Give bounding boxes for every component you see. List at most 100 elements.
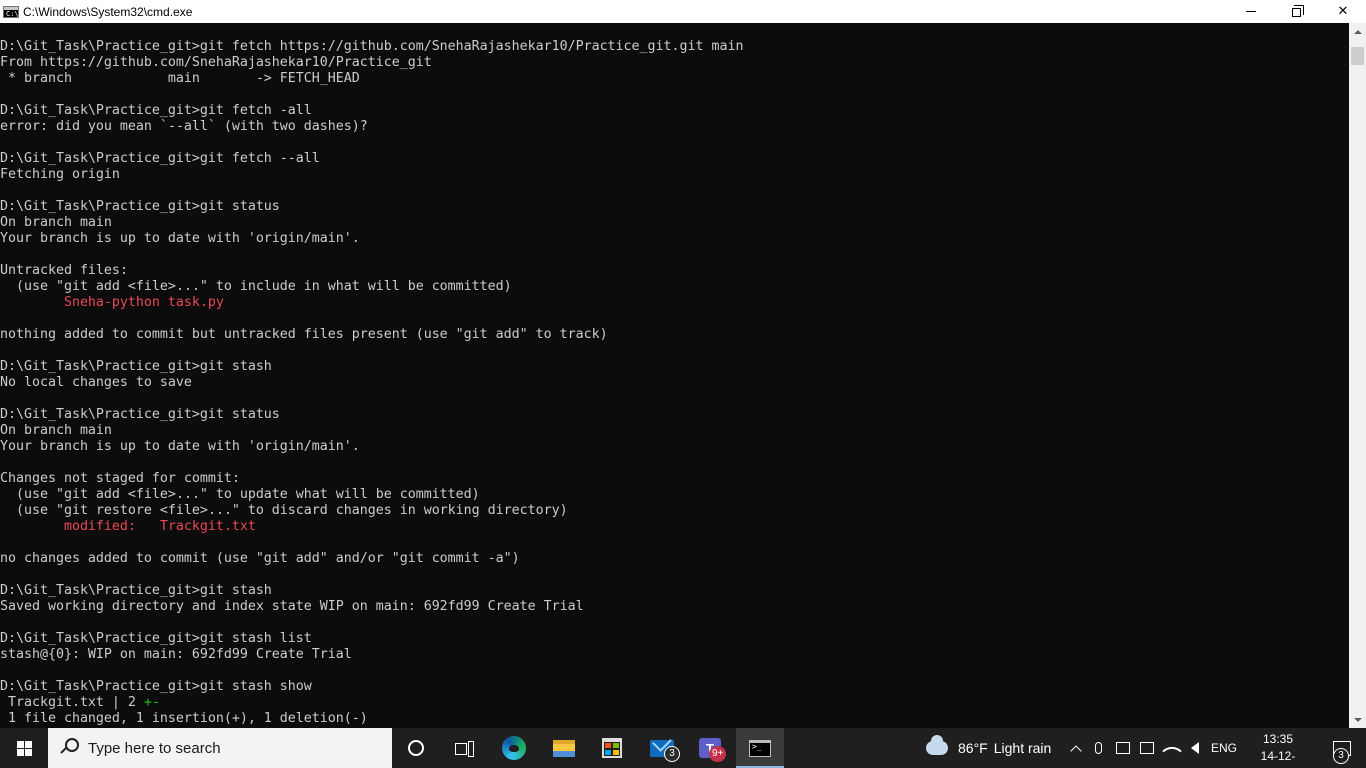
console-line: Trackgit.txt | 2 +- — [0, 695, 743, 711]
console-line-text: (use "git add <file>..." to include in w… — [0, 279, 512, 294]
language-indicator[interactable]: ENG — [1208, 728, 1240, 768]
console-line: no changes added to commit (use "git add… — [0, 551, 743, 567]
console-line-suffix: +- — [143, 695, 160, 710]
mail-button[interactable] — [638, 728, 686, 768]
weather-widget[interactable]: 86°F Light rain — [926, 728, 1051, 768]
show-hidden-icons-button[interactable] — [1066, 728, 1086, 768]
console-line: Saved working directory and index state … — [0, 599, 743, 615]
window-controls: ✕ — [1228, 0, 1366, 23]
console-line-text: Your branch is up to date with 'origin/m… — [0, 231, 360, 246]
console-line: D:\Git_Task\Practice_git>git status — [0, 199, 743, 215]
arrow-up-icon — [1353, 29, 1362, 34]
console-line: (use "git add <file>..." to include in w… — [0, 279, 743, 295]
console-line-text: nothing added to commit but untracked fi… — [0, 327, 608, 342]
clock-date: 14-12-2021 — [1260, 749, 1296, 768]
folder-icon — [553, 739, 575, 757]
scroll-up-button[interactable] — [1349, 23, 1366, 40]
weather-temperature: 86°F — [958, 740, 988, 756]
arrow-down-icon — [1353, 717, 1362, 722]
volume-button[interactable] — [1184, 728, 1206, 768]
console-line-text: no changes added to commit (use "git add… — [0, 551, 520, 566]
file-explorer-button[interactable] — [540, 728, 588, 768]
store-button[interactable] — [588, 728, 636, 768]
cmd-icon — [749, 739, 771, 757]
console-line-text: error: did you mean `--all` (with two da… — [0, 119, 368, 134]
window-title: C:\Windows\System32\cmd.exe — [23, 4, 193, 19]
console-lines: D:\Git_Task\Practice_git>git fetch https… — [0, 39, 743, 727]
console-line: D:\Git_Task\Practice_git>git stash — [0, 359, 743, 375]
maximize-button[interactable] — [1274, 0, 1320, 23]
console-output[interactable]: D:\Git_Task\Practice_git>git fetch https… — [0, 23, 1349, 728]
console-line: On branch main — [0, 423, 743, 439]
microphone-button[interactable] — [1088, 728, 1108, 768]
cmd-taskbar-button[interactable] — [736, 728, 784, 768]
console-line-text: D:\Git_Task\Practice_git>git fetch -all — [0, 103, 312, 118]
console-line-text: D:\Git_Task\Practice_git>git status — [0, 199, 280, 214]
console-line-text: On branch main — [0, 215, 112, 230]
title-bar[interactable]: C:\ C:\Windows\System32\cmd.exe ✕ — [0, 0, 1366, 23]
console-line: Changes not staged for commit: — [0, 471, 743, 487]
taskbar-search-box[interactable]: Type here to search — [48, 728, 392, 768]
task-view-button[interactable] — [440, 728, 488, 768]
cmd-app-icon[interactable]: C:\ — [3, 5, 19, 18]
cortana-button[interactable] — [392, 728, 440, 768]
wifi-icon — [1162, 741, 1182, 761]
console-line-text: * branch main -> FETCH_HEAD — [0, 71, 360, 86]
tray-app-icon — [1116, 742, 1130, 754]
console-line-text: D:\Git_Task\Practice_git>git fetch https… — [0, 39, 744, 54]
restore-icon — [1291, 5, 1304, 17]
console-line: (use "git restore <file>..." to discard … — [0, 503, 743, 519]
system-clock[interactable]: 13:35 14-12-2021 — [1248, 731, 1308, 768]
console-line-text: Saved working directory and index state … — [0, 599, 584, 614]
console-line: * branch main -> FETCH_HEAD — [0, 71, 743, 87]
vertical-scrollbar[interactable] — [1349, 23, 1366, 728]
console-line: D:\Git_Task\Practice_git>git stash — [0, 583, 743, 599]
network-button[interactable] — [1161, 728, 1183, 768]
speaker-icon — [1191, 742, 1199, 754]
close-button[interactable]: ✕ — [1320, 0, 1366, 23]
console-line-text: (use "git add <file>..." to update what … — [0, 487, 480, 502]
scroll-down-button[interactable] — [1349, 711, 1366, 728]
console-line: error: did you mean `--all` (with two da… — [0, 119, 743, 135]
cloud-rain-icon — [926, 735, 948, 755]
edge-taskbar-button[interactable] — [490, 728, 538, 768]
taskbar: Type here to search 3 T 9+ 86°F Light ra… — [0, 728, 1366, 768]
console-line-text: Fetching origin — [0, 167, 120, 182]
console-line-text: No local changes to save — [0, 375, 192, 390]
minimize-button[interactable] — [1228, 0, 1274, 23]
store-icon — [602, 738, 622, 758]
weather-description: Light rain — [993, 740, 1052, 756]
console-line: Your branch is up to date with 'origin/m… — [0, 231, 743, 247]
battery-icon — [1140, 742, 1154, 754]
console-line: D:\Git_Task\Practice_git>git stash list — [0, 631, 743, 647]
tray-app-button[interactable] — [1112, 728, 1134, 768]
console-line-text: D:\Git_Task\Practice_git>git stash show — [0, 679, 312, 694]
console-line: Untracked files: — [0, 263, 743, 279]
console-line: stash@{0}: WIP on main: 692fd99 Create T… — [0, 647, 743, 663]
console-line-text: On branch main — [0, 423, 112, 438]
console-line: No local changes to save — [0, 375, 743, 391]
task-view-icon — [455, 741, 474, 757]
scroll-thumb[interactable] — [1351, 47, 1364, 65]
console-line: D:\Git_Task\Practice_git>git fetch --all — [0, 151, 743, 167]
console-line-text: stash@{0}: WIP on main: 692fd99 Create T… — [0, 647, 352, 662]
console-line: Your branch is up to date with 'origin/m… — [0, 439, 743, 455]
console-line-text: Trackgit.txt | 2 — [0, 695, 144, 710]
console-line-text: D:\Git_Task\Practice_git>git fetch --all — [0, 151, 320, 166]
windows-logo-icon — [16, 740, 32, 756]
console-line-text: 1 file changed, 1 insertion(+), 1 deleti… — [0, 711, 368, 726]
start-button[interactable] — [0, 728, 48, 768]
edge-icon — [502, 736, 526, 760]
battery-button[interactable] — [1136, 728, 1158, 768]
console-line: D:\Git_Task\Practice_git>git fetch https… — [0, 39, 743, 55]
console-line: From https://github.com/SnehaRajashekar1… — [0, 55, 743, 71]
